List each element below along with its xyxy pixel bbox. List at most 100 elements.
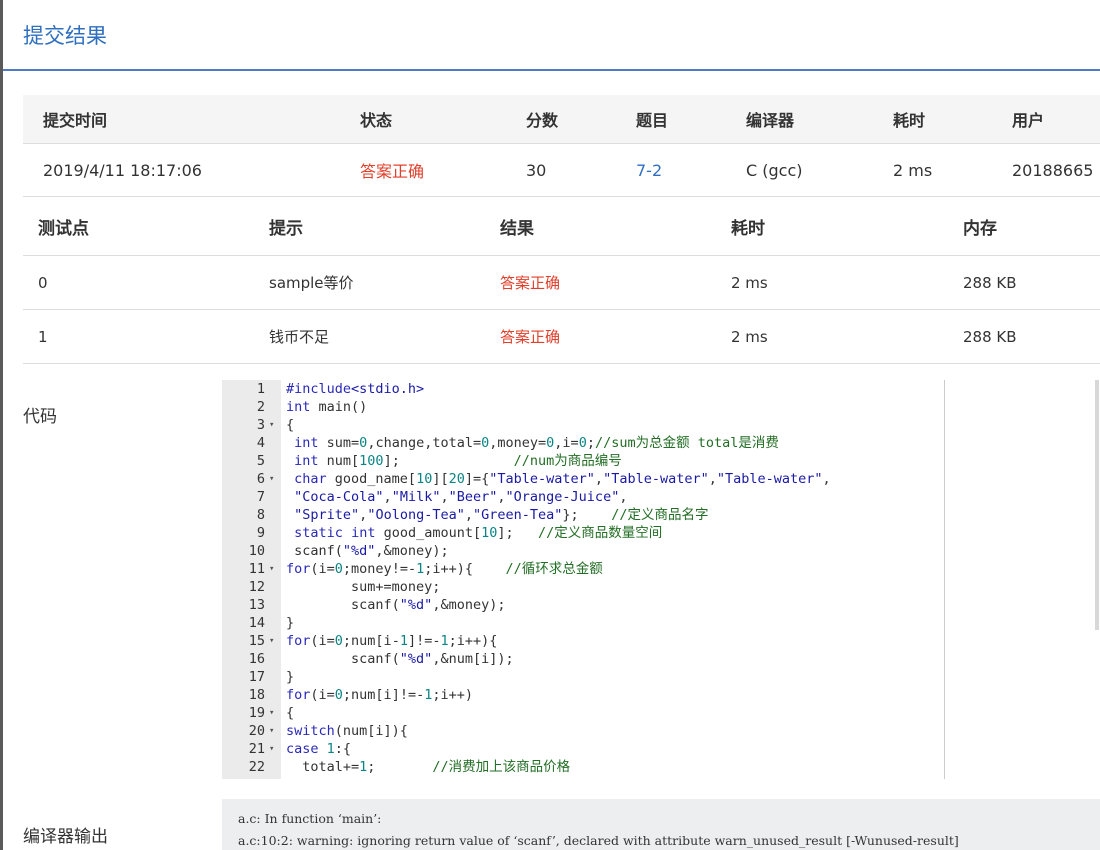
line-number: 18 — [248, 687, 265, 703]
code-lines: 1 #include<stdio.h> 2 int main() 3 ▾{4 int su… — [222, 380, 945, 776]
col-result: 结果 — [485, 197, 716, 256]
code-text: "Coca-Cola","Milk","Beer","Orange-Juice"… — [294, 489, 628, 505]
code-text: #include<stdio.h> — [286, 381, 425, 397]
summary-header-row: 提交时间 状态 分数 题目 编译器 耗时 用户 — [23, 95, 1100, 144]
line-number: 15 — [248, 633, 265, 649]
line-number: 6 — [256, 471, 265, 487]
code-text: scanf("%d",&num[i]); — [286, 651, 514, 667]
code-line: 18 for(i=0;num[i]!=-1;i++) — [222, 686, 945, 704]
test-case-row: 1 钱币不足 答案正确 2 ms 288 KB — [23, 309, 1100, 364]
submit-time: 2019/4/11 18:17:06 — [23, 143, 340, 197]
test-case-header-row: 测试点 提示 结果 耗时 内存 — [23, 197, 1100, 256]
line-number: 5 — [256, 453, 265, 469]
col-duration: 耗时 — [873, 95, 992, 144]
line-number: 7 — [256, 489, 265, 505]
compiler-output-label: 编译器输出 — [23, 827, 108, 847]
line-number: 2 — [256, 399, 265, 415]
compiler-output: a.c: In function ‘main’: a.c:10:2: warni… — [222, 799, 1100, 850]
col-memory: 内存 — [948, 197, 1100, 256]
line-number: 10 — [248, 543, 265, 559]
code-label: 代码 — [23, 407, 57, 427]
col-status: 状态 — [340, 95, 506, 144]
code-editor[interactable]: 1 #include<stdio.h> 2 int main() 3 ▾{4 int su… — [222, 380, 945, 779]
submission-result-modal: 提交结果 提交时间 状态 分数 题目 编译器 耗时 用户 2019/4/11 1… — [3, 0, 1100, 850]
summary-table: 提交时间 状态 分数 题目 编译器 耗时 用户 2019/4/11 18:17:… — [23, 95, 1100, 197]
code-text: int num[100]; //num为商品编号 — [294, 453, 622, 469]
test-case-memory: 288 KB — [948, 255, 1100, 310]
code-line: 14} — [222, 614, 945, 632]
compiler-output-line: a.c: In function ‘main’: — [238, 811, 382, 826]
status-accepted: 答案正确 — [340, 143, 506, 197]
test-case-time: 2 ms — [716, 255, 948, 310]
code-text: } — [286, 669, 295, 685]
code-text: for(i=0;money!=-1;i++){ //循环求总金额 — [286, 561, 603, 577]
line-number: 20 — [248, 723, 265, 739]
compiler: C (gcc) — [726, 143, 873, 197]
line-number: 4 — [256, 435, 265, 451]
col-compiler: 编译器 — [726, 95, 873, 144]
code-line: 4 int sum=0,change,total=0,money=0,i=0;/… — [222, 434, 945, 452]
code-line: 17} — [222, 668, 945, 686]
code-line: 3 ▾ { — [222, 416, 945, 434]
duration: 2 ms — [873, 143, 992, 197]
user-id: 20188665 — [992, 143, 1100, 197]
code-text: static int good_amount[10]; //定义商品数量空间 — [294, 525, 663, 541]
line-number: 14 — [248, 615, 265, 631]
test-case-row: 0 sample等价 答案正确 2 ms 288 KB — [23, 255, 1100, 310]
line-number: 16 — [248, 651, 265, 667]
fold-arrow-icon[interactable]: ▾ — [269, 560, 279, 578]
code-line: 2 int main() — [222, 398, 945, 416]
code-line: 15 ▾ for(i=0;num[i-1]!=-1;i++){ — [222, 632, 945, 650]
col-submit-time: 提交时间 — [23, 95, 340, 144]
test-case-hint: 钱币不足 — [254, 309, 485, 364]
test-case-result: 答案正确 — [485, 255, 716, 310]
fold-arrow-icon[interactable]: ▾ — [269, 704, 279, 722]
code-line: 7 "Coca-Cola","Milk","Beer","Orange-Juic… — [222, 488, 945, 506]
line-number: 9 — [256, 525, 265, 541]
line-number: 13 — [248, 597, 265, 613]
modal-header: 提交结果 — [3, 0, 1100, 71]
col-user: 用户 — [992, 95, 1100, 144]
code-text: int sum=0,change,total=0,money=0,i=0;//s… — [294, 435, 779, 451]
fold-arrow-icon[interactable]: ▾ — [269, 416, 279, 434]
modal-body: 提交时间 状态 分数 题目 编译器 耗时 用户 2019/4/11 18:17:… — [23, 95, 1100, 364]
code-line: 6 ▾ char good_name[10][20]={"Table-water"… — [222, 470, 945, 488]
code-text: total+=1; //消费加上该商品价格 — [286, 759, 571, 775]
code-line: 22 total+=1; //消费加上该商品价格 — [222, 758, 945, 776]
code-text: scanf("%d",&money); — [286, 543, 449, 559]
col-score: 分数 — [506, 95, 616, 144]
fold-arrow-icon[interactable]: ▾ — [269, 740, 279, 758]
code-text: scanf("%d",&money); — [286, 597, 506, 613]
code-line: 13 scanf("%d",&money); — [222, 596, 945, 614]
line-number: 21 — [248, 741, 265, 757]
problem-link[interactable]: 7-2 — [616, 143, 726, 197]
line-number: 22 — [248, 759, 265, 775]
code-line: 8 "Sprite","Oolong-Tea","Green-Tea"}; //… — [222, 506, 945, 524]
code-text: { — [286, 705, 295, 721]
code-line: 11 ▾ for(i=0;money!=-1;i++){ //循环求总金额 — [222, 560, 945, 578]
code-text: switch(num[i]){ — [286, 723, 408, 739]
code-line: 10 scanf("%d",&money); — [222, 542, 945, 560]
code-text: sum+=money; — [286, 579, 441, 595]
code-text: for(i=0;num[i]!=-1;i++) — [286, 687, 473, 703]
line-number: 8 — [256, 507, 265, 523]
code-line: 1 #include<stdio.h> — [222, 380, 945, 398]
fold-arrow-icon[interactable]: ▾ — [269, 632, 279, 650]
modal-scrollbar[interactable] — [1095, 380, 1099, 630]
code-line: 12 sum+=money; — [222, 578, 945, 596]
test-case-memory: 288 KB — [948, 309, 1100, 364]
col-problem: 题目 — [616, 95, 726, 144]
compiler-output-line: a.c:10:2: warning: ignoring return value… — [238, 833, 959, 848]
line-number: 1 — [256, 381, 265, 397]
code-text: case 1:{ — [286, 741, 352, 757]
line-number: 17 — [248, 669, 265, 685]
line-number: 12 — [248, 579, 265, 595]
fold-arrow-icon[interactable]: ▾ — [269, 470, 279, 488]
fold-arrow-icon[interactable]: ▾ — [269, 722, 279, 740]
line-number: 11 — [248, 561, 265, 577]
score: 30 — [506, 143, 616, 197]
code-line: 19 ▾ { — [222, 704, 945, 722]
modal-title: 提交结果 — [23, 23, 107, 48]
code-text: for(i=0;num[i-1]!=-1;i++){ — [286, 633, 498, 649]
line-number: 3 — [256, 417, 265, 433]
